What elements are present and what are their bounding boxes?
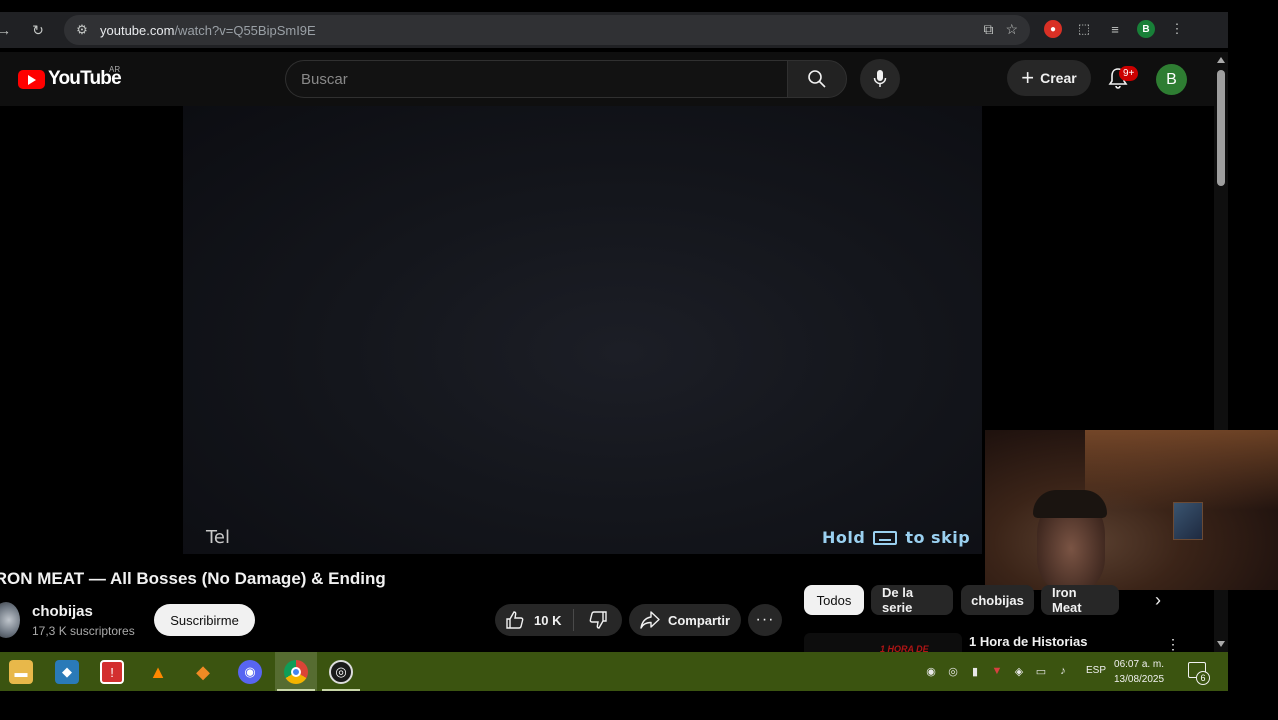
- site-settings-icon[interactable]: ⚙: [72, 22, 92, 38]
- webcam-background-light: [1085, 430, 1278, 510]
- chip-chobijas[interactable]: chobijas: [961, 585, 1034, 615]
- skip-hint: Hold to skip: [822, 528, 970, 547]
- thumbs-down-icon: [589, 611, 607, 629]
- chip-iron-meat[interactable]: Iron Meat: [1041, 585, 1119, 615]
- thumbs-up-icon: [506, 611, 524, 629]
- microphone-tray-icon[interactable]: ▮: [968, 664, 982, 678]
- voice-search-button[interactable]: [860, 59, 900, 99]
- thumbnail-text: 1 HORA DE: [880, 644, 929, 652]
- scroll-thumb[interactable]: [1217, 70, 1225, 186]
- create-button[interactable]: + Crear: [1007, 60, 1091, 96]
- video-caption: Tel: [206, 527, 231, 548]
- clock-date: 13/08/2025: [1114, 674, 1165, 685]
- video-title: IRON MEAT — All Bosses (No Damage) & End…: [0, 569, 386, 588]
- system-tray: ◉ ◎ ▮ ▼ ◈ ▭ ♪: [924, 664, 1070, 678]
- browser-menu-icon[interactable]: ⋮: [1168, 20, 1186, 38]
- search-input[interactable]: Buscar: [285, 60, 787, 98]
- volume-tray-icon[interactable]: ♪: [1056, 664, 1070, 678]
- discord-tray-icon[interactable]: ◉: [924, 664, 938, 678]
- kebab-menu-icon[interactable]: ⋮: [1166, 636, 1180, 652]
- chip-de-la-serie[interactable]: De la serie: [871, 585, 953, 615]
- user-avatar[interactable]: B: [1156, 64, 1187, 95]
- skip-hint-prefix: Hold: [822, 528, 866, 547]
- discord-icon[interactable]: ◉: [238, 660, 262, 684]
- url-text[interactable]: youtube.com/watch?v=Q55BipSmI9E: [100, 23, 316, 38]
- subscriber-count: 17,3 K suscriptores: [32, 624, 135, 638]
- obs-icon[interactable]: ◎: [329, 660, 353, 684]
- youtube-logo[interactable]: YouTube: [18, 68, 122, 90]
- chrome-active-underline: [277, 689, 315, 691]
- country-code: AR: [109, 65, 121, 74]
- youtube-header: YouTube AR Buscar + Crear 9+ B: [0, 52, 1214, 106]
- spacebar-key-icon: [873, 530, 898, 545]
- webcam-overlay: [985, 430, 1278, 590]
- chrome-icon[interactable]: [284, 660, 308, 684]
- extension-puzzle-icon[interactable]: ⬚: [1075, 20, 1093, 38]
- extension-red-icon[interactable]: ●: [1044, 20, 1062, 38]
- reading-list-icon[interactable]: ≡: [1106, 20, 1124, 38]
- share-icon: [640, 611, 660, 629]
- network-app-icon[interactable]: ◆: [55, 660, 79, 684]
- language-indicator[interactable]: ESP: [1086, 665, 1106, 676]
- webcam-poster: [1173, 502, 1203, 540]
- reload-icon[interactable]: ↻: [28, 20, 48, 40]
- taskbar-clock[interactable]: 06:07 a. m. 13/08/2025: [1114, 657, 1164, 687]
- browser-toolbar: → ↻ ⚙ youtube.com/watch?v=Q55BipSmI9E ⧉ …: [0, 12, 1228, 48]
- security-tray-icon[interactable]: ◈: [1012, 664, 1026, 678]
- chip-todos[interactable]: Todos: [804, 585, 864, 615]
- chevron-right-icon[interactable]: ›: [1148, 590, 1168, 610]
- webcam-cap: [1033, 490, 1107, 518]
- channel-avatar[interactable]: [0, 602, 20, 638]
- file-explorer-icon[interactable]: ▬: [9, 660, 33, 684]
- more-actions-button[interactable]: ···: [748, 604, 782, 636]
- install-app-icon[interactable]: ⧉: [983, 21, 993, 38]
- like-count: 10 K: [534, 612, 562, 628]
- recommended-title[interactable]: 1 Hora de Historias: [969, 634, 1088, 649]
- scroll-down-arrow-icon[interactable]: [1217, 641, 1225, 647]
- red-app-icon[interactable]: !: [100, 660, 124, 684]
- shield-tray-icon[interactable]: ▼: [990, 664, 1004, 678]
- notification-badge: 9+: [1119, 66, 1139, 81]
- action-center-count: 6: [1196, 671, 1210, 685]
- video-player[interactable]: [183, 106, 982, 554]
- channel-name[interactable]: chobijas: [32, 603, 93, 620]
- vlc-icon[interactable]: ▲: [146, 660, 170, 684]
- url-host: youtube.com: [100, 22, 175, 38]
- obs-tray-icon[interactable]: ◎: [946, 664, 960, 678]
- microphone-icon: [873, 70, 887, 87]
- extensions-area: ● ⬚ ≡ B ⋮: [1044, 20, 1186, 38]
- scroll-up-arrow-icon[interactable]: [1217, 57, 1225, 63]
- subscribe-button[interactable]: Suscribirme: [154, 604, 255, 636]
- obs-active-underline: [322, 689, 360, 691]
- bookmark-star-icon[interactable]: ☆: [1005, 21, 1018, 38]
- search-icon: [808, 70, 826, 88]
- share-button[interactable]: Compartir: [629, 604, 741, 636]
- recommended-thumbnail[interactable]: 1 HORA DE: [804, 633, 962, 652]
- dislike-button[interactable]: [574, 610, 622, 630]
- clock-time: 06:07 a. m.: [1114, 659, 1165, 670]
- forward-icon[interactable]: →: [0, 20, 14, 40]
- create-label: Crear: [1040, 70, 1077, 86]
- share-label: Compartir: [667, 612, 731, 628]
- plus-icon: +: [1021, 65, 1035, 90]
- profile-avatar-small[interactable]: B: [1137, 20, 1155, 38]
- network-tray-icon[interactable]: ▭: [1034, 664, 1048, 678]
- url-path: /watch?v=Q55BipSmI9E: [174, 22, 316, 38]
- screen: → ↻ ⚙ youtube.com/watch?v=Q55BipSmI9E ⧉ …: [0, 0, 1278, 720]
- skip-hint-suffix: to skip: [905, 528, 971, 547]
- like-dislike-group: 10 K: [495, 604, 622, 636]
- address-bar[interactable]: ⚙ youtube.com/watch?v=Q55BipSmI9E ⧉ ☆: [64, 15, 1030, 45]
- windows-taskbar: ▬ ◆ ! ▲ ◆ ◉ ◎ ◉ ◎ ▮ ▼ ◈ ▭ ♪: [0, 652, 1228, 691]
- search-button[interactable]: [787, 60, 847, 98]
- fox-app-icon[interactable]: ◆: [191, 660, 215, 684]
- like-button[interactable]: 10 K: [495, 610, 573, 630]
- youtube-play-icon: [18, 69, 45, 89]
